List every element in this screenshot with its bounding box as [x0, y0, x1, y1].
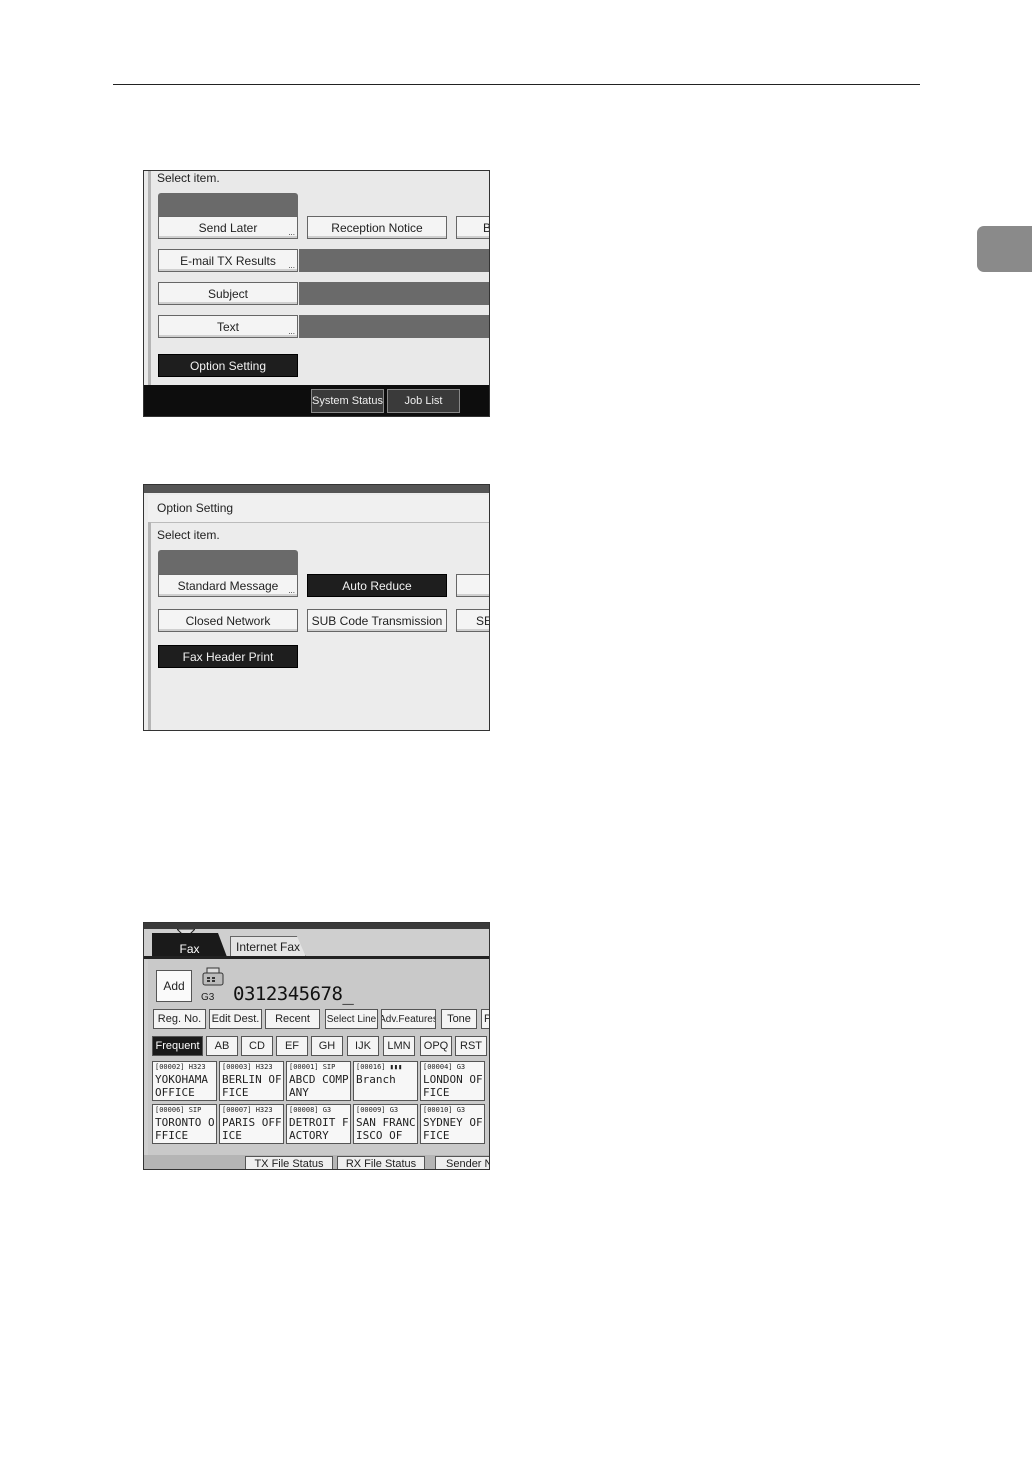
destination-name: YOKOHAMA OFFICE: [155, 1073, 208, 1099]
destination-name: Branch: [356, 1073, 396, 1086]
select-item-prompt: Select item.: [157, 171, 220, 185]
destination-name: DETROIT FACTORY: [289, 1116, 349, 1142]
recent-button[interactable]: Recent: [265, 1009, 320, 1029]
fax-header-print-button[interactable]: Fax Header Print: [158, 645, 298, 668]
destination-button[interactable]: [00010] G3 SYDNEY OFFICE: [420, 1104, 485, 1144]
destination-code: [00001] SIP: [289, 1063, 336, 1071]
destination-name: SYDNEY OFFICE: [423, 1116, 483, 1142]
edit-dest-button[interactable]: Edit Dest.: [209, 1009, 262, 1029]
option-setting-button[interactable]: Option Setting: [158, 354, 298, 377]
selection-indicator-bar: [158, 193, 298, 217]
destination-button[interactable]: [00009] G3 SAN FRANCISCO OF: [353, 1104, 418, 1144]
tone-button[interactable]: Tone: [441, 1009, 477, 1029]
destination-button[interactable]: [00006] SIP TORONTO OFFICE: [152, 1104, 217, 1144]
subject-value: [299, 282, 489, 305]
destination-code: [00009] G3: [356, 1106, 399, 1114]
destination-button[interactable]: [00004] G3 LONDON OFFICE: [420, 1061, 485, 1101]
line-type-label: G3: [201, 992, 215, 1003]
index-tab-ab[interactable]: AB: [206, 1036, 238, 1056]
tab-internet-fax[interactable]: Internet Fax: [230, 936, 306, 957]
select-item-prompt: Select item.: [157, 528, 220, 542]
destination-name: LONDON OFFICE: [423, 1073, 483, 1099]
selection-indicator-bar: [158, 550, 298, 574]
destination-code: [00007] H323: [222, 1106, 273, 1114]
destination-code: [00010] G3: [423, 1106, 466, 1114]
adv-features-button[interactable]: Adv.Features: [381, 1009, 436, 1029]
destination-code: [00003] H323: [222, 1063, 273, 1071]
destination-name: SAN FRANCISCO OF: [356, 1116, 416, 1142]
destination-code: [00006] SIP: [155, 1106, 202, 1114]
closed-network-button[interactable]: Closed Network: [158, 609, 298, 632]
destination-code: [00002] H323: [155, 1063, 206, 1071]
destination-name: ABCD COMPANY: [289, 1073, 349, 1099]
standard-message-button[interactable]: Standard Message...: [158, 574, 298, 597]
add-button[interactable]: Add: [156, 970, 192, 1002]
screenshot-fax-main: Fax Internet Fax Add G3 0312345678_ Reg.…: [143, 922, 490, 1170]
text-button[interactable]: Text...: [158, 315, 298, 338]
send-later-button[interactable]: Send Later...: [158, 216, 298, 239]
destination-number-display: 0312345678_: [233, 983, 354, 1005]
auto-reduce-button[interactable]: Auto Reduce: [307, 574, 447, 597]
partial-button-right[interactable]: [456, 574, 489, 597]
fax-machine-icon: [202, 967, 224, 986]
screenshot-option-setting: Option Setting Select item. Standard Mes…: [143, 484, 490, 731]
index-tab-opq[interactable]: OPQ: [420, 1036, 452, 1056]
destination-button[interactable]: [00007] H323 PARIS OFFICE: [219, 1104, 284, 1144]
screenshot-select-item: Select item. Send Later... Reception Not…: [143, 170, 490, 417]
reg-no-button[interactable]: Reg. No.: [153, 1009, 206, 1029]
destination-code: [00004] G3: [423, 1063, 466, 1071]
rx-file-status-button[interactable]: RX File Status: [337, 1156, 425, 1169]
subject-button[interactable]: Subject: [158, 282, 298, 305]
partial-button[interactable]: B: [456, 216, 489, 239]
index-tab-ijk[interactable]: IJK: [347, 1036, 379, 1056]
tab-fax[interactable]: Fax: [152, 933, 227, 957]
destination-button[interactable]: [00002] H323 YOKOHAMA OFFICE: [152, 1061, 217, 1101]
email-tx-results-button[interactable]: E-mail TX Results...: [158, 249, 298, 272]
status-bar: System Status Job List: [144, 385, 489, 416]
index-tab-frequent[interactable]: Frequent: [152, 1036, 203, 1056]
destination-code: [00008] G3: [289, 1106, 332, 1114]
partial-toolbar-button[interactable]: P: [481, 1009, 489, 1029]
sub-code-transmission-button[interactable]: SUB Code Transmission: [307, 609, 447, 632]
select-line-button[interactable]: Select Line: [325, 1009, 378, 1029]
index-tab-lmn[interactable]: LMN: [383, 1036, 415, 1056]
job-list-button[interactable]: Job List: [387, 389, 460, 413]
page-header-rule: [113, 84, 920, 85]
destination-button[interactable]: [00001] SIP ABCD COMPANY: [286, 1061, 351, 1101]
destination-name: BERLIN OFFICE: [222, 1073, 282, 1099]
text-value: [299, 315, 489, 338]
destination-button[interactable]: [00008] G3 DETROIT FACTORY: [286, 1104, 351, 1144]
tx-file-status-button[interactable]: TX File Status: [245, 1156, 333, 1169]
system-status-button[interactable]: System Status: [311, 389, 384, 413]
index-tab-rst[interactable]: RST: [455, 1036, 487, 1056]
destination-code: [00016] ▮▮▮: [356, 1063, 403, 1071]
destination-button[interactable]: [00003] H323 BERLIN OFFICE: [219, 1061, 284, 1101]
index-tab-cd[interactable]: CD: [241, 1036, 273, 1056]
index-tab-gh[interactable]: GH: [311, 1036, 343, 1056]
chapter-tab-marker: [977, 226, 1032, 272]
partial-button-se[interactable]: SE: [456, 609, 489, 632]
destination-button[interactable]: [00016] ▮▮▮ Branch: [353, 1061, 418, 1101]
destination-name: PARIS OFFICE: [222, 1116, 282, 1142]
email-tx-results-value: [299, 249, 489, 272]
page-title: Option Setting: [157, 501, 234, 515]
option-setting-title-bar: Option Setting: [148, 495, 489, 523]
sender-name-button[interactable]: Sender N: [435, 1156, 489, 1169]
destination-name: TORONTO OFFICE: [155, 1116, 215, 1142]
index-tab-ef[interactable]: EF: [276, 1036, 308, 1056]
reception-notice-button[interactable]: Reception Notice: [307, 216, 447, 239]
